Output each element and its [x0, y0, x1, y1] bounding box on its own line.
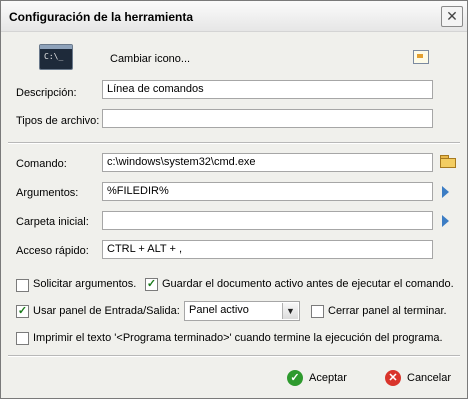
file-types-label: Tipos de archivo:: [16, 115, 100, 127]
initial-folder-label: Carpeta inicial:: [16, 216, 89, 228]
close-icon: ✕: [446, 8, 458, 24]
cancel-button[interactable]: ✕ Cancelar: [385, 367, 459, 389]
use-io-panel-label: Usar panel de Entrada/Salida:: [33, 305, 180, 317]
save-active-doc-checkbox[interactable]: ✓: [145, 278, 158, 291]
ask-arguments-checkbox[interactable]: [16, 279, 29, 292]
check-circle-icon: ✓: [287, 370, 303, 386]
print-finished-label: Imprimir el texto '<Programa terminado>'…: [33, 332, 443, 344]
io-panel-select[interactable]: Panel activo ▼: [184, 301, 300, 321]
close-panel-checkbox[interactable]: [311, 305, 324, 318]
close-button[interactable]: ✕: [441, 6, 463, 27]
accept-button[interactable]: ✓ Aceptar: [287, 367, 359, 389]
save-active-doc-label: Guardar el documento activo antes de eje…: [162, 278, 454, 290]
file-types-field[interactable]: [102, 109, 433, 128]
window-title: Configuración de la herramienta: [9, 10, 194, 24]
initial-folder-field[interactable]: [102, 211, 433, 230]
arguments-menu-arrow-icon[interactable]: [442, 186, 449, 198]
separator-bottom: [8, 355, 460, 357]
arguments-label: Argumentos:: [16, 187, 79, 199]
initial-folder-menu-arrow-icon[interactable]: [442, 215, 449, 227]
accept-button-label: Aceptar: [309, 372, 347, 384]
arguments-field[interactable]: %FILEDIR%: [102, 182, 433, 201]
change-icon-link[interactable]: Cambiar icono...: [110, 53, 190, 65]
separator-top: [8, 142, 460, 144]
image-browse-icon[interactable]: [413, 50, 429, 64]
dialog-window: Configuración de la herramienta ✕ C:\_ C…: [0, 0, 468, 399]
close-panel-label: Cerrar panel al terminar.: [328, 305, 447, 317]
io-panel-select-value: Panel activo: [189, 304, 249, 316]
command-field[interactable]: c:\windows\system32\cmd.exe: [102, 153, 433, 172]
command-label: Comando:: [16, 158, 67, 170]
use-io-panel-checkbox[interactable]: ✓: [16, 305, 29, 318]
terminal-icon[interactable]: C:\_: [39, 44, 73, 70]
cancel-circle-icon: ✕: [385, 370, 401, 386]
folder-open-icon[interactable]: [440, 155, 456, 168]
shortcut-label: Acceso rápido:: [16, 245, 89, 257]
ask-arguments-label: Solicitar argumentos.: [33, 278, 137, 290]
cancel-button-label: Cancelar: [407, 372, 452, 384]
print-finished-checkbox[interactable]: [16, 332, 29, 345]
description-label: Descripción:: [16, 87, 77, 99]
chevron-down-icon[interactable]: ▼: [282, 303, 298, 319]
title-bar: Configuración de la herramienta ✕: [1, 1, 467, 32]
shortcut-field[interactable]: CTRL + ALT + ,: [102, 240, 433, 259]
description-field[interactable]: Línea de comandos: [102, 80, 433, 99]
